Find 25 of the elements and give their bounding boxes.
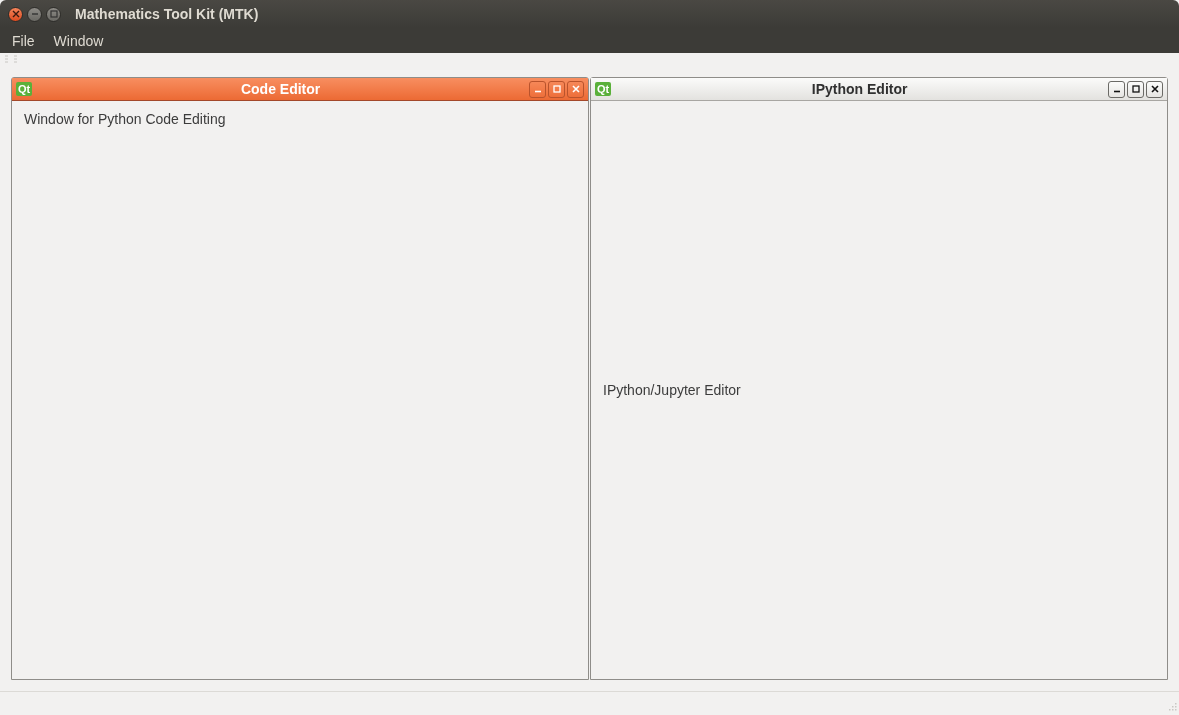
maximize-button[interactable] (548, 80, 565, 98)
maximize-icon (1131, 85, 1140, 93)
content-label: IPython/Jupyter Editor (603, 382, 741, 398)
close-icon (571, 85, 580, 93)
minimize-icon (30, 10, 39, 18)
app-icon: Qt (595, 82, 612, 96)
menu-item[interactable]: File (12, 32, 35, 49)
close-icon (1150, 85, 1159, 93)
maximize-icon (552, 85, 561, 93)
minimize-button[interactable] (529, 80, 546, 98)
close-button[interactable] (1146, 80, 1163, 98)
app-icon: Qt (16, 82, 33, 96)
subwindow-title: Code Editor (239, 81, 322, 97)
content-label: Window for Python Code Editing (24, 111, 226, 127)
subwindow-title: IPython Editor (810, 81, 909, 97)
close-button[interactable] (8, 6, 23, 22)
close-icon (11, 10, 20, 18)
window-title: Mathematics Tool Kit (MTK) (75, 6, 259, 22)
maximize-button[interactable] (1127, 80, 1144, 98)
menu-item[interactable]: Window (53, 32, 104, 49)
subwindow-title-bar[interactable]: Qt IPython Editor (591, 78, 1167, 101)
maximize-icon (49, 10, 58, 18)
maximize-button[interactable] (46, 6, 61, 22)
minimize-button[interactable] (1108, 80, 1125, 98)
minimize-button[interactable] (27, 6, 42, 22)
